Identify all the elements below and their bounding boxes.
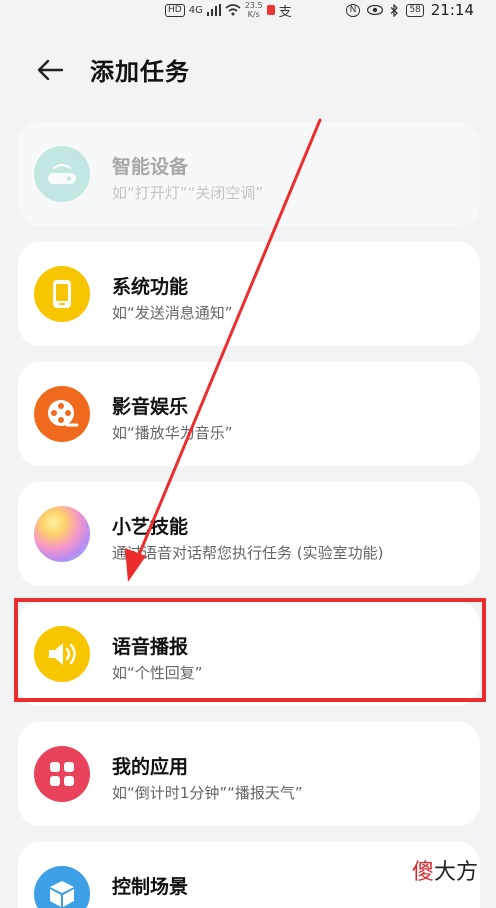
apps-grid-icon	[34, 746, 90, 802]
net-speed-value: 23.5	[244, 1, 263, 10]
card-subtitle: 如“发送消息通知”	[112, 304, 233, 322]
card-subtitle: 如“倒计时1分钟”“播报天气”	[112, 784, 303, 802]
task-card-system-function[interactable]: 系统功能 如“发送消息通知”	[18, 242, 480, 346]
status-bar: HD 4G 23.5 K/s 支 N 58 21:14	[0, 0, 496, 20]
net-speed-unit: K/s	[247, 10, 260, 19]
task-card-control-scene[interactable]: 控制场景	[18, 842, 480, 908]
phone-icon	[34, 266, 90, 322]
status-left-group: HD 4G 23.5 K/s 支	[165, 0, 292, 20]
nfc-icon: N	[345, 3, 361, 17]
page-title: 添加任务	[90, 58, 190, 86]
card-title: 影音娱乐	[112, 396, 189, 418]
net-speed: 23.5 K/s	[245, 1, 263, 19]
alipay-icon: 支	[278, 4, 292, 20]
bluetooth-icon	[390, 3, 399, 17]
card-title: 智能设备	[112, 156, 189, 178]
notification-red-icon	[266, 5, 275, 15]
cube-icon	[34, 866, 90, 908]
watermark-part1: 傻	[411, 860, 434, 885]
status-right-group: N 58 21:14	[345, 0, 474, 20]
signal-icon	[206, 4, 221, 16]
task-card-media-entertainment[interactable]: 影音娱乐 如“播放华为音乐”	[18, 362, 480, 466]
back-arrow-icon	[37, 59, 64, 81]
card-subtitle: 如“播放华为音乐”	[112, 424, 233, 442]
card-title: 系统功能	[112, 276, 189, 298]
clock: 21:14	[430, 1, 474, 19]
task-card-voice-broadcast[interactable]: 语音播报 如“个性回复”	[18, 602, 480, 706]
battery-indicator: 58	[406, 3, 424, 17]
back-button[interactable]	[34, 54, 66, 86]
task-card-smart-device[interactable]: 智能设备 如“打开灯”“关闭空调”	[18, 122, 480, 226]
signal-label: 4G	[188, 4, 203, 16]
film-reel-icon	[34, 386, 90, 442]
card-subtitle: 如“打开灯”“关闭空调”	[112, 184, 264, 202]
card-subtitle: 通过语音对话帮您执行任务 (实验室功能)	[112, 544, 384, 562]
watermark-part2: 大方	[433, 860, 478, 885]
eye-icon	[367, 5, 384, 15]
card-title: 控制场景	[112, 876, 189, 898]
hd-badge: HD	[165, 3, 185, 17]
card-title: 语音播报	[112, 636, 189, 658]
smart-device-icon	[34, 146, 90, 202]
card-subtitle: 如“个性回复”	[112, 664, 203, 682]
task-card-xiaoyi-skill[interactable]: 小艺技能 通过语音对话帮您执行任务 (实验室功能)	[18, 482, 480, 586]
card-title: 小艺技能	[112, 516, 189, 538]
card-title: 我的应用	[112, 756, 189, 778]
wifi-icon	[225, 4, 241, 16]
xiaoyi-orb-icon	[34, 506, 90, 562]
watermark: 傻大方	[412, 854, 478, 886]
speaker-icon	[34, 626, 90, 682]
task-card-my-apps[interactable]: 我的应用 如“倒计时1分钟”“播报天气”	[18, 722, 480, 826]
page-header: 添加任务	[0, 48, 496, 92]
